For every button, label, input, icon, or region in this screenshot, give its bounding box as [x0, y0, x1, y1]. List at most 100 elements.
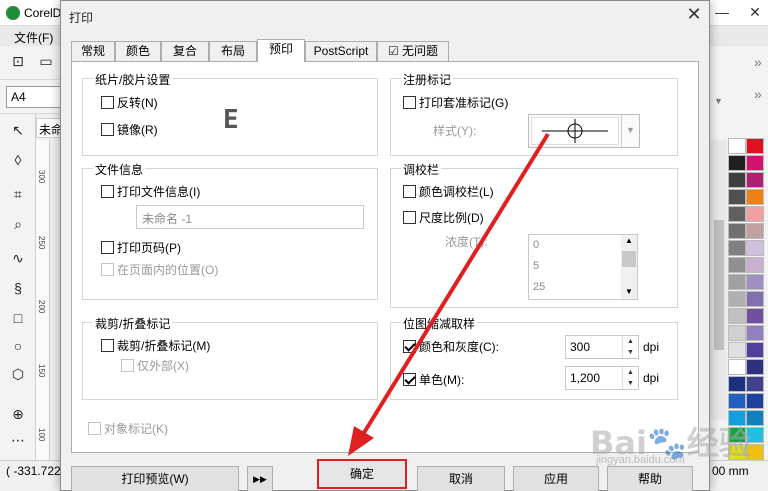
color-calibration-bar-checkbox[interactable]: 颜色调校栏(L): [403, 183, 494, 200]
color-swatch[interactable]: [728, 393, 746, 409]
ellipse-tool-icon[interactable]: ○: [8, 338, 28, 358]
color-swatch[interactable]: [728, 308, 746, 324]
tab-layout[interactable]: 布局: [209, 41, 257, 61]
tab-color[interactable]: 颜色: [115, 41, 161, 61]
color-swatch[interactable]: [728, 376, 746, 392]
close-icon[interactable]: ✕: [745, 4, 765, 21]
registration-style-select[interactable]: ▼: [528, 114, 640, 148]
chevron-right-icon[interactable]: »: [754, 54, 762, 70]
checkbox-box[interactable]: [88, 422, 101, 435]
color-swatch[interactable]: [728, 291, 746, 307]
list-item[interactable]: 25: [533, 281, 545, 293]
color-swatch[interactable]: [746, 155, 764, 171]
add-tool-icon[interactable]: ⊕: [8, 406, 28, 426]
color-swatch[interactable]: [728, 325, 746, 341]
dropdown-arrow-icon[interactable]: ▼: [714, 96, 723, 106]
color-swatch[interactable]: [746, 444, 764, 460]
color-swatch[interactable]: [746, 138, 764, 154]
scrollbar-thumb[interactable]: [622, 251, 636, 267]
crop-marks-checkbox[interactable]: 裁剪/折叠标记(M): [101, 337, 210, 354]
color-swatch[interactable]: [728, 410, 746, 426]
chevron-down-icon[interactable]: ▼: [621, 115, 639, 147]
print-preview-button[interactable]: 打印预览(W): [71, 466, 239, 491]
invert-checkbox[interactable]: 反转(N): [101, 94, 158, 111]
print-page-number-checkbox[interactable]: 打印页码(P): [101, 239, 181, 256]
cancel-button[interactable]: 取消: [417, 466, 505, 491]
color-swatch[interactable]: [728, 138, 746, 154]
color-swatch[interactable]: [728, 223, 746, 239]
color-swatch[interactable]: [728, 342, 746, 358]
color-swatch[interactable]: [746, 206, 764, 222]
list-scrollbar[interactable]: ▲ ▼: [621, 235, 637, 299]
ok-button[interactable]: 确定: [317, 459, 407, 489]
checkbox-box[interactable]: [101, 123, 114, 136]
tab-general[interactable]: 常规: [71, 41, 115, 61]
color-swatch[interactable]: [746, 410, 764, 426]
checkbox-box[interactable]: [403, 211, 416, 224]
print-file-info-checkbox[interactable]: 打印文件信息(I): [101, 183, 200, 200]
color-swatch[interactable]: [728, 257, 746, 273]
color-swatch[interactable]: [746, 325, 764, 341]
tab-prepress[interactable]: 预印: [257, 39, 305, 62]
color-swatch[interactable]: [728, 240, 746, 256]
list-item[interactable]: 5: [533, 260, 539, 272]
print-registration-checkbox[interactable]: 打印套准标记(G): [403, 94, 508, 111]
mono-dpi-stepper[interactable]: 1,200 ▲ ▼: [565, 366, 639, 390]
color-swatch[interactable]: [746, 342, 764, 358]
monochrome-checkbox[interactable]: 单色(M):: [403, 371, 464, 388]
help-button[interactable]: 帮助: [607, 466, 693, 491]
apply-button[interactable]: 应用: [513, 466, 599, 491]
scrollbar-thumb[interactable]: [714, 220, 724, 350]
checkbox-box[interactable]: [101, 185, 114, 198]
page-size-select[interactable]: A4: [6, 86, 62, 108]
color-swatch[interactable]: [746, 189, 764, 205]
pick-tool-icon[interactable]: ↖: [8, 122, 28, 142]
rectangle-tool-icon[interactable]: □: [8, 310, 28, 330]
color-swatch[interactable]: [728, 206, 746, 222]
color-swatch[interactable]: [746, 393, 764, 409]
color-swatch[interactable]: [728, 155, 746, 171]
color-swatch[interactable]: [728, 172, 746, 188]
shape-tool-icon[interactable]: ◊: [8, 152, 28, 172]
spin-arrows-icon[interactable]: ▲ ▼: [622, 336, 638, 358]
checkbox-box[interactable]: [403, 185, 416, 198]
color-swatch[interactable]: [728, 189, 746, 205]
expand-preview-button[interactable]: ▶▶: [247, 466, 273, 491]
checkbox-box[interactable]: [101, 96, 114, 109]
crop-tool-icon[interactable]: ⌗: [8, 186, 28, 206]
polygon-tool-icon[interactable]: ⬡: [8, 366, 28, 386]
checkbox-box[interactable]: [403, 340, 416, 353]
color-swatch[interactable]: [746, 274, 764, 290]
color-swatch[interactable]: [746, 376, 764, 392]
more-tools-icon[interactable]: ⋯: [8, 432, 28, 452]
checkbox-box[interactable]: [101, 263, 114, 276]
stepper-value[interactable]: 300: [570, 340, 590, 354]
color-dpi-stepper[interactable]: 300 ▲ ▼: [565, 335, 639, 359]
inside-page-checkbox[interactable]: 在页面内的位置(O): [101, 261, 218, 278]
chevron-down-icon[interactable]: ▼: [625, 287, 633, 296]
stepper-value[interactable]: 1,200: [570, 371, 600, 385]
tab-postscript[interactable]: PostScript: [305, 41, 377, 61]
chevron-right-icon[interactable]: »: [754, 86, 762, 102]
file-info-text-field[interactable]: 未命名 -1: [136, 205, 364, 229]
menu-file[interactable]: 文件(F): [14, 29, 53, 46]
spin-arrows-icon[interactable]: ▲ ▼: [622, 367, 638, 389]
object-marks-checkbox[interactable]: 对象标记(K): [88, 420, 168, 437]
color-swatch[interactable]: [746, 427, 764, 443]
artistic-media-icon[interactable]: §: [8, 280, 28, 300]
zoom-tool-icon[interactable]: ⌕: [8, 216, 28, 236]
color-swatch[interactable]: [728, 274, 746, 290]
tab-composite[interactable]: 复合: [161, 41, 209, 61]
list-item[interactable]: 0: [533, 239, 539, 251]
color-swatch[interactable]: [728, 427, 746, 443]
mirror-checkbox[interactable]: 镜像(R): [101, 121, 158, 138]
densitometer-scale-checkbox[interactable]: 尺度比例(D): [403, 209, 484, 226]
freehand-tool-icon[interactable]: ∿: [8, 250, 28, 270]
checkbox-box[interactable]: [121, 359, 134, 372]
color-swatch[interactable]: [746, 257, 764, 273]
checkbox-box[interactable]: [403, 96, 416, 109]
color-swatch[interactable]: [746, 291, 764, 307]
open-folder-icon[interactable]: ▭: [36, 53, 56, 73]
color-swatch[interactable]: [746, 308, 764, 324]
color-swatch[interactable]: [746, 172, 764, 188]
